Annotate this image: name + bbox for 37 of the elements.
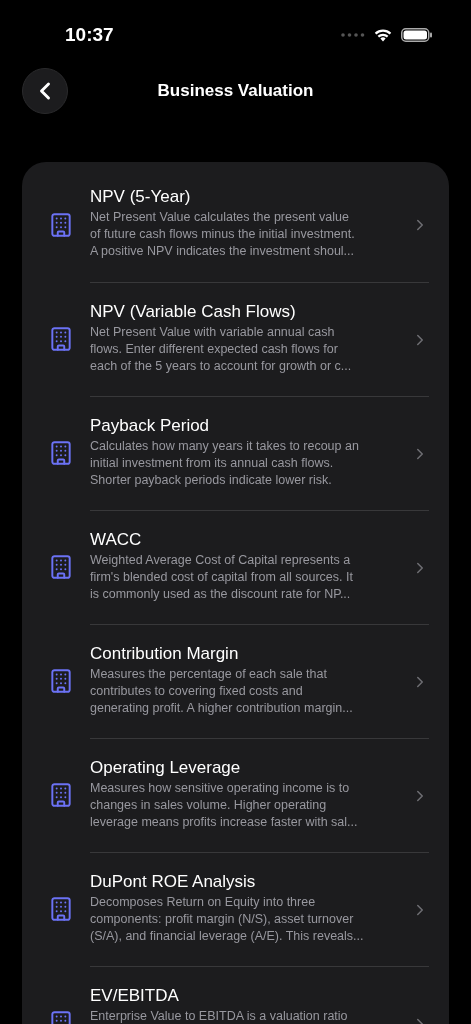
item-title: NPV (Variable Cash Flows): [90, 301, 297, 323]
building-icon: [48, 212, 74, 238]
item-description: Decomposes Return on Equity into three components: profit margin (N/S), asset turnover (S/A), and financial leverage (A/E). This reveals...: [90, 894, 365, 945]
list-item[interactable]: NPV (Variable Cash Flows) Net Present Value with variable annual cash flows. Enter different expected cash flows for each of the 5 years to account for growth or c...: [22, 282, 449, 396]
list-item[interactable]: Operating Leverage Measures how sensitive operating income is to changes in sales volume. Higher operating leverage means profits increase faster with sal...: [22, 738, 449, 852]
list-item[interactable]: DuPont ROE Analysis Decomposes Return on Equity into three components: profit margin (N/S), asset turnover (S/A), and financial leverage (A/E). This reveals...: [22, 852, 449, 966]
item-description: Measures how sensitive operating income is to changes in sales volume. Higher operating leverage means profits increase faster with sal...: [90, 780, 359, 831]
list-item[interactable]: Contribution Margin Measures the percentage of each sale that contributes to covering fixed costs and generating profit. A higher contribution margin...: [22, 624, 449, 738]
item-description: Weighted Average Cost of Capital represents a firm's blended cost of capital from all sources. It is commonly used as the discount rate for NP...: [90, 552, 354, 603]
item-title: EV/EBITDA: [90, 985, 180, 1007]
item-title: Operating Leverage: [90, 757, 242, 779]
item-description: Net Present Value calculates the present value of future cash flows minus the initial investment. A positive NPV indicates the investment shoul...: [90, 209, 356, 260]
building-icon: [48, 326, 74, 352]
item-title: Payback Period: [90, 415, 211, 437]
signal-icon: [341, 33, 365, 37]
list-item[interactable]: Payback Period Calculates how many years it takes to recoup an initial investment from its annual cash flows. Shorter payback periods indicate lower risk.: [22, 396, 449, 510]
building-icon: [48, 554, 74, 580]
battery-icon: [401, 28, 433, 42]
item-title: NPV (5-Year): [90, 186, 192, 208]
building-icon: [48, 668, 74, 694]
screen-title: Business Valuation: [157, 80, 314, 103]
item-description: Calculates how many years it takes to recoup an initial investment from its annual cash flows. Shorter payback periods indicate lower risk.: [90, 438, 360, 489]
item-title: Contribution Margin: [90, 643, 240, 665]
wifi-icon: [373, 28, 393, 42]
status-time: 10:37: [65, 22, 114, 47]
item-title: WACC: [90, 529, 143, 551]
item-description: Net Present Value with variable annual cash flows. Enter different expected cash flows for each of the 5 years to account for growth or c...: [90, 324, 353, 375]
back-button[interactable]: [22, 68, 68, 114]
item-description: Enterprise Value to EBITDA is a valuation ratio: [90, 1008, 349, 1024]
list-item[interactable]: EV/EBITDA Enterprise Value to EBITDA is a valuation ratio: [22, 966, 449, 1024]
item-description: Measures the percentage of each sale that contributes to covering fixed costs and generating profit. A higher contribution margin...: [90, 666, 354, 717]
item-title: DuPont ROE Analysis: [90, 871, 257, 893]
building-icon: [48, 782, 74, 808]
list-item[interactable]: NPV (5-Year) Net Present Value calculates the present value of future cash flows minus the initial investment. A positive NPV indicates the investment shoul...: [22, 168, 449, 282]
building-icon: [48, 440, 74, 466]
building-icon: [48, 896, 74, 922]
list-item[interactable]: WACC Weighted Average Cost of Capital represents a firm's blended cost of capital from all sources. It is commonly used as the discount rate for NP...: [22, 510, 449, 624]
